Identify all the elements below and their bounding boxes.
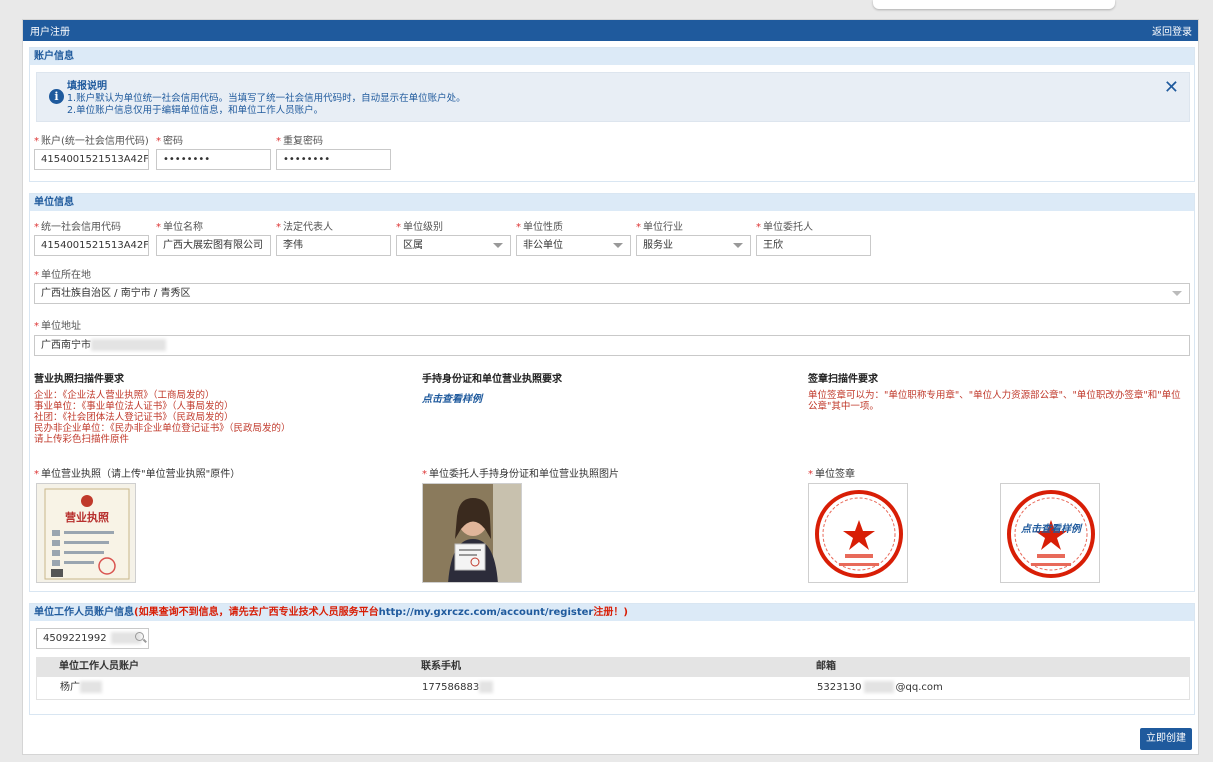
license-req-title: 营业执照扫描件要求 [34,374,124,385]
legal-rep-input[interactable]: 李伟 [276,235,391,256]
staff-phone-cell: 177586883 [422,677,494,699]
title-bar: 用户注册 返回登录 [23,20,1198,41]
close-icon[interactable]: ✕ [1164,79,1179,97]
legal-rep-label: * 法定代表人 [276,222,333,233]
notice-box: i 填报说明 1.账户默认为单位统一社会信用代码。当填写了统一社会信用代码时，自… [36,72,1190,122]
svg-text:点击查看样例: 点击查看样例 [1020,523,1083,535]
license-req-text: 企业：《企业法人营业执照》（工商局发的） 事业单位：《事业单位法人证书》（人事局… [34,390,291,445]
account-section-header: 账户信息 [30,48,1194,65]
idcard-image[interactable] [422,483,522,583]
chevron-down-icon [1172,291,1182,296]
unit-level-select[interactable]: 区属 [396,235,511,256]
staff-section-header: 单位工作人员账户信息(如果查询不到信息，请先去广西专业技术人员服务平台http:… [30,604,1194,621]
view-sample-link[interactable]: 点击查看样例 [422,390,482,405]
staff-email-cell: 5323130 @qq.com [817,681,943,693]
idcard-upload-label: * 单位委托人手持身份证和单位营业执照图片 [422,469,619,480]
col-phone: 联系手机 [421,661,461,672]
create-now-button[interactable]: 立即创建 [1140,728,1192,750]
unit-industry-label: * 单位行业 [636,222,683,233]
repeat-password-input[interactable]: •••••••• [276,149,391,170]
register-panel: 用户注册 返回登录 账户信息 i 填报说明 1.账户默认为单位统一社会信用代码。… [22,19,1199,755]
account-section: 账户信息 i 填报说明 1.账户默认为单位统一社会信用代码。当填写了统一社会信用… [29,47,1195,182]
unit-section: 单位信息 * 统一社会信用代码 4154001521513A42F * 单位名称 广… [29,193,1195,592]
unit-level-label: * 单位级别 [396,222,443,233]
page-title: 用户注册 [30,27,70,38]
password-label: * 密码 [156,136,183,147]
password-input[interactable]: •••••••• [156,149,271,170]
idcard-thumbnail [423,484,521,582]
unit-name-input[interactable]: 广西大展宏图有限公司 [156,235,271,256]
account-input[interactable]: 4154001521513A42F [34,149,149,170]
credit-code-label: * 统一社会信用代码 [34,222,121,233]
back-to-login-link[interactable]: 返回登录 [1152,23,1192,38]
search-icon[interactable] [135,632,144,641]
unit-nature-select[interactable]: 非公单位 [516,235,631,256]
staff-account-cell: 杨广 [60,677,102,699]
account-label: * 账户(统一社会信用代码) [34,136,149,147]
seal-sample-image[interactable]: 点击查看样例 [1000,483,1100,583]
address-label: * 单位地址 [34,321,81,332]
unit-nature-label: * 单位性质 [516,222,563,233]
browser-overlay-bar [873,0,1115,9]
repeat-password-label: * 重复密码 [276,136,323,147]
seal-upload-label: * 单位签章 [808,469,855,480]
notice-line-2: 2.单位账户信息仅用于编辑单位信息，和单位工作人员账户。 [67,105,324,116]
seal-thumbnail [815,490,903,578]
credit-code-input[interactable]: 4154001521513A42F [34,235,149,256]
address-input[interactable]: 广西南宁市 [34,335,1190,356]
chevron-down-icon [493,243,503,248]
seal-req-title: 签章扫描件要求 [808,374,878,385]
staff-search-input[interactable]: 4509221992 [36,628,149,649]
unit-name-label: * 单位名称 [156,222,203,233]
seal-sample-thumbnail: 点击查看样例 [1007,490,1095,578]
unit-section-header: 单位信息 [30,194,1194,211]
svg-text:营业执照: 营业执照 [65,510,109,524]
chevron-down-icon [733,243,743,248]
location-select[interactable]: 广西壮族自治区 / 南宁市 / 青秀区 [34,283,1190,304]
license-upload-label: * 单位营业执照（请上传"单位营业执照"原件） [34,469,241,480]
license-thumbnail: 营业执照 [44,488,130,580]
license-image[interactable]: 营业执照 [36,483,136,583]
seal-image[interactable] [808,483,908,583]
staff-table-header: 单位工作人员账户 联系手机 邮箱 [36,657,1190,677]
unit-industry-select[interactable]: 服务业 [636,235,751,256]
info-icon: i [49,89,64,104]
seal-req-text: 单位签章可以为："单位职称专用章"、"单位人力资源部公章"、"单位职改办签章"和… [808,390,1181,412]
col-email: 邮箱 [816,661,836,672]
col-account: 单位工作人员账户 [59,661,139,672]
unit-agent-label: * 单位委托人 [756,222,813,233]
unit-agent-input[interactable]: 王欣 [756,235,871,256]
staff-section: 单位工作人员账户信息(如果查询不到信息，请先去广西专业技术人员服务平台http:… [29,603,1195,715]
table-row[interactable]: 杨广 177586883 5323130 @qq.com [36,677,1190,700]
idcard-req-title: 手持身份证和单位营业执照要求 [422,374,562,385]
chevron-down-icon [613,243,623,248]
location-label: * 单位所在地 [34,270,91,281]
